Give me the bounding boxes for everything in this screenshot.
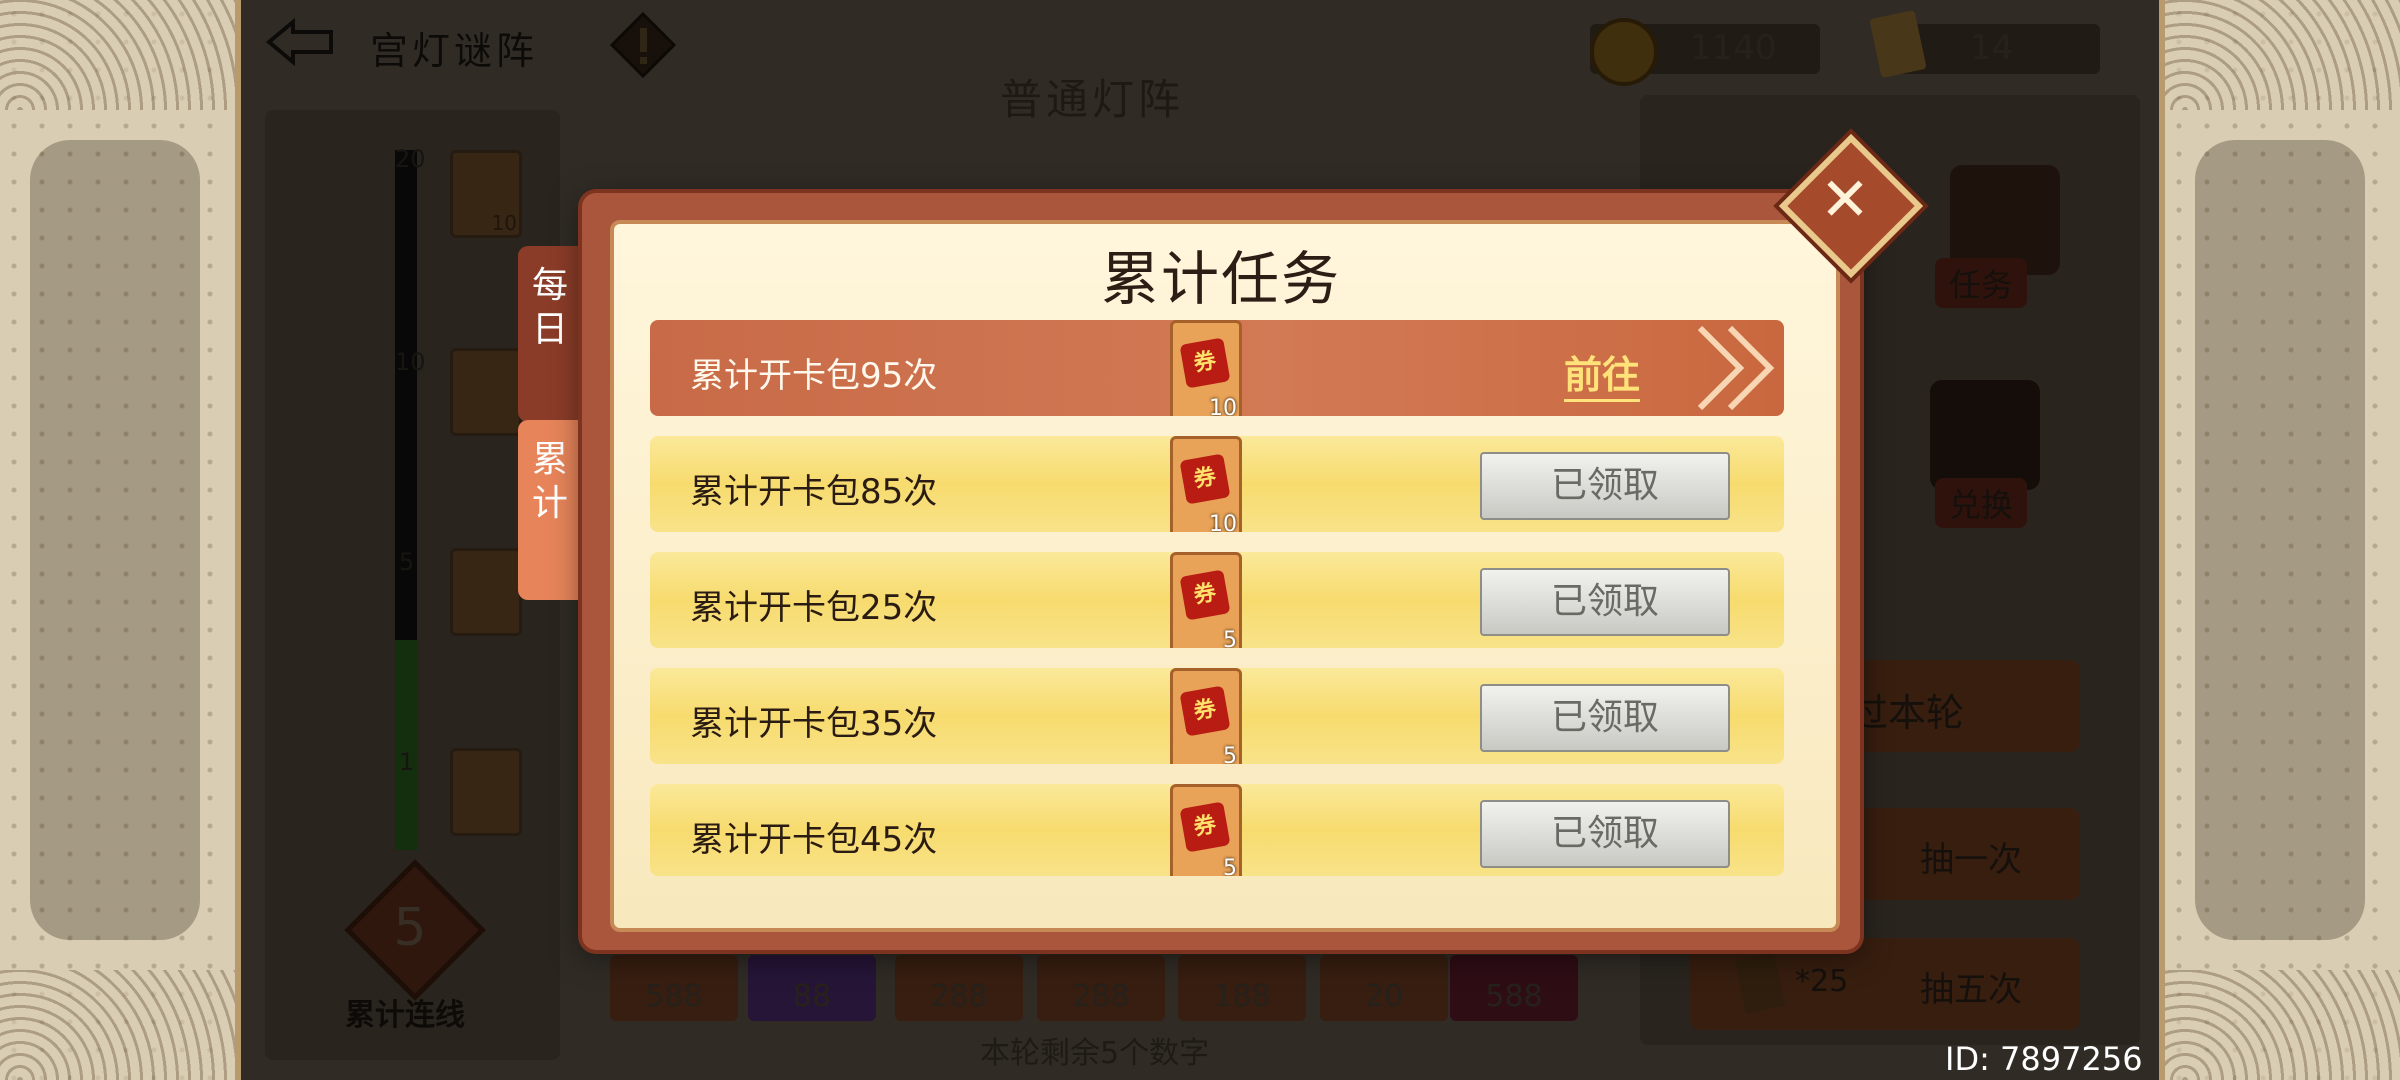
reward-count: 5 [1223, 628, 1237, 648]
reward-count: 10 [1209, 512, 1237, 532]
tab-daily[interactable]: 每日 [518, 246, 582, 422]
task-label: 累计开卡包95次 [690, 356, 938, 396]
ticket-icon: 券 [1179, 453, 1231, 505]
ticket-reward: 券 5 [1170, 784, 1242, 876]
cloud-pattern [0, 970, 235, 1080]
cloud-pattern [2165, 0, 2400, 110]
reward-count: 5 [1223, 856, 1237, 876]
tab-cumulative-label: 累计 [531, 439, 568, 524]
tab-cumulative[interactable]: 累计 [518, 420, 582, 600]
claimed-button[interactable]: 已领取 [1480, 800, 1730, 868]
task-row: 累计开卡包25次 券 5 已领取 [650, 552, 1784, 648]
chevron-right-icon [1697, 325, 1775, 411]
ticket-reward: 券 5 [1170, 552, 1242, 648]
cloud-pattern [2165, 970, 2400, 1080]
tab-daily-label: 每日 [531, 265, 568, 350]
ticket-reward: 券 10 [1170, 320, 1242, 416]
reward-count: 5 [1223, 744, 1237, 764]
left-decor-panel [0, 0, 241, 1080]
cloud-pattern [0, 0, 235, 110]
ticket-icon: 券 [1179, 569, 1231, 621]
dragon-emblem [30, 140, 200, 940]
task-row: 累计开卡包85次 券 10 已领取 [650, 436, 1784, 532]
ticket-icon: 券 [1179, 801, 1231, 853]
task-row[interactable]: 累计开卡包95次 券 10 前往 [650, 320, 1784, 416]
ticket-icon: 券 [1179, 685, 1231, 737]
task-label: 累计开卡包85次 [690, 472, 938, 512]
dialog-title: 累计任务 [1100, 245, 1341, 313]
task-label: 累计开卡包25次 [690, 588, 938, 628]
dragon-emblem [2195, 140, 2365, 940]
task-row: 累计开卡包35次 券 5 已领取 [650, 668, 1784, 764]
task-label: 累计开卡包45次 [690, 820, 938, 860]
task-label: 累计开卡包35次 [690, 704, 938, 744]
ticket-reward: 券 5 [1170, 668, 1242, 764]
go-button[interactable]: 前往 [1564, 344, 1641, 402]
claimed-button[interactable]: 已领取 [1480, 568, 1730, 636]
claimed-button[interactable]: 已领取 [1480, 684, 1730, 752]
claimed-button[interactable]: 已领取 [1480, 452, 1730, 520]
close-icon[interactable]: ✕ [1815, 165, 1875, 235]
reward-count: 10 [1209, 396, 1237, 416]
ticket-icon: 券 [1179, 337, 1231, 389]
right-decor-panel [2159, 0, 2400, 1080]
ticket-reward: 券 10 [1170, 436, 1242, 532]
task-row: 累计开卡包45次 券 5 已领取 [650, 784, 1784, 876]
user-id: ID: 7897256 [1945, 1040, 2143, 1078]
